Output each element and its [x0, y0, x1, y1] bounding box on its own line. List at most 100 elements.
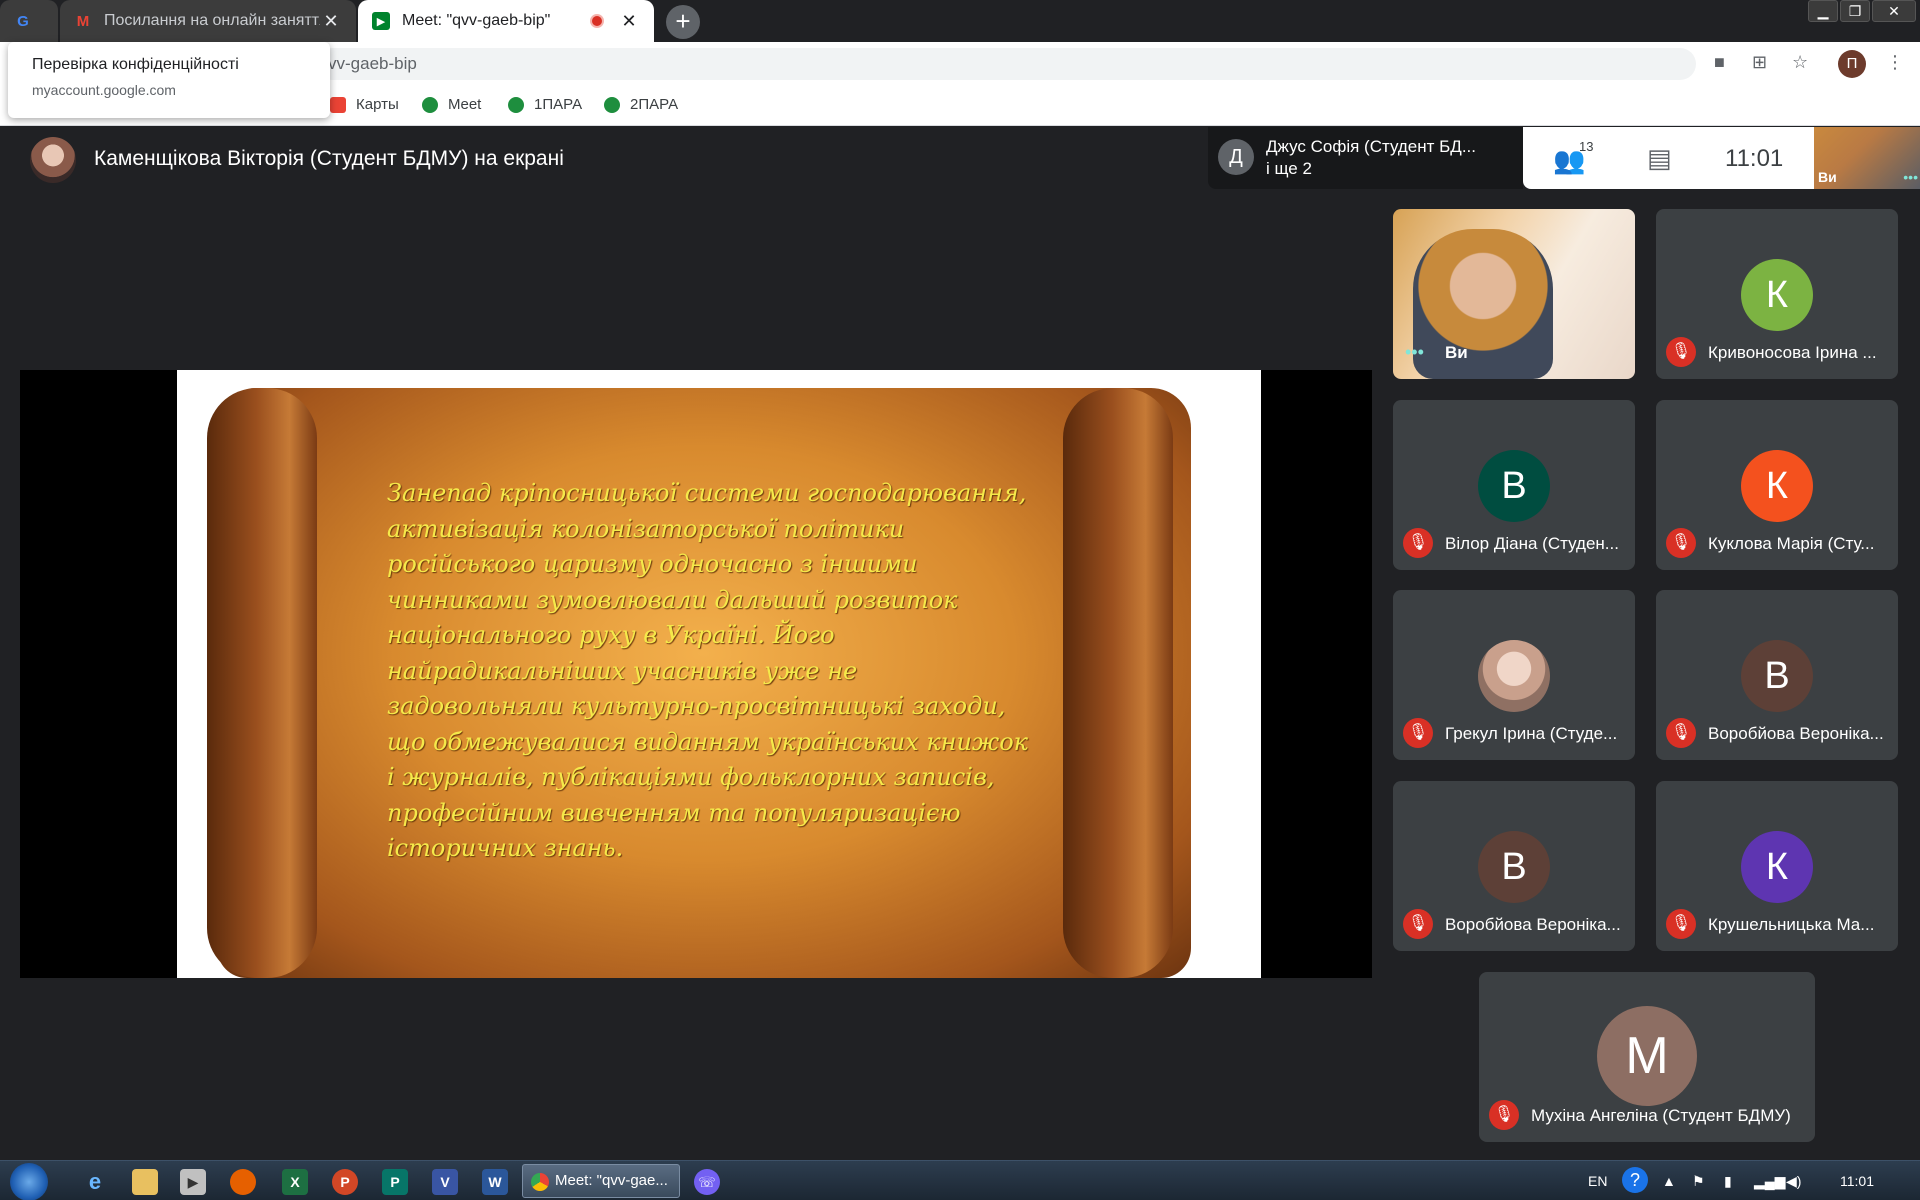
gmail-icon: M [76, 12, 90, 30]
people-count: 13 [1579, 139, 1594, 154]
mic-off-icon: 🎙 [1403, 528, 1433, 558]
recording-icon [590, 14, 604, 28]
browser-tab-strip: G M Посилання на онлайн заняття 1 ✕ ▶ Me… [0, 0, 1920, 42]
word-icon[interactable]: W [482, 1169, 508, 1195]
popup-subtitle: myaccount.google.com [32, 82, 176, 98]
more-options-icon[interactable]: ••• [1903, 169, 1918, 185]
tab-title: Meet: "qvv-gaeb-bip" [402, 12, 551, 29]
meet-icon [508, 96, 524, 113]
participant-tile[interactable]: В 🎙 Воробйова Вероніка... [1393, 781, 1635, 951]
menu-icon[interactable]: ⋮ [1886, 52, 1904, 73]
meet-icon: ▶ [372, 12, 390, 30]
taskbar-clock[interactable]: 11:01 [1840, 1173, 1874, 1189]
media-player-icon[interactable]: ▶ [180, 1169, 206, 1195]
url-text[interactable]: vv-gaeb-bip [328, 54, 417, 74]
new-tab-button[interactable]: + [666, 5, 700, 39]
mic-off-icon: 🎙 [1666, 909, 1696, 939]
participant-avatar: К [1741, 450, 1813, 522]
mic-off-icon: 🎙 [1666, 337, 1696, 367]
participant-avatar: К [1741, 831, 1813, 903]
viber-icon[interactable]: ☏ [694, 1169, 720, 1195]
window-controls: ▁ ❐ ✕ [1808, 0, 1916, 22]
internet-explorer-icon[interactable]: e [82, 1169, 108, 1195]
popup-title: Перевірка конфіденційності [32, 56, 239, 73]
bookmark-1para[interactable]: 1ПАРА [508, 96, 582, 113]
address-bar[interactable] [316, 48, 1696, 80]
speaker-name: Джус Софія (Студент БД... [1266, 137, 1476, 156]
participant-tile[interactable]: В 🎙 Воробйова Вероніка... [1656, 590, 1898, 760]
window-close-button[interactable]: ✕ [1872, 0, 1916, 22]
tab-gmail[interactable]: M Посилання на онлайн заняття 1 ✕ [60, 0, 356, 42]
participant-name: Ви [1445, 343, 1468, 362]
privacy-check-popup[interactable]: Перевірка конфіденційності myaccount.goo… [8, 42, 330, 118]
bookmark-2para[interactable]: 2ПАРА [604, 96, 678, 113]
meet-window: Каменщікова Вікторія (Студент БДМУ) на е… [0, 127, 1920, 1160]
volume-icon[interactable]: ◀) [1786, 1173, 1801, 1190]
meeting-clock: 11:01 [1725, 145, 1784, 172]
network-icon[interactable]: ▂▄▆ [1754, 1173, 1785, 1190]
meeting-info-bar: 👥 13 ▤ 11:01 [1523, 127, 1814, 189]
minimize-button[interactable]: ▁ [1808, 0, 1838, 22]
mic-off-icon: 🎙 [1666, 718, 1696, 748]
slide-text: Занепад кріпосницької системи господарюв… [387, 479, 1028, 862]
presenter-title: Каменщікова Вікторія (Студент БДМУ) на е… [94, 147, 564, 170]
powerpoint-icon[interactable]: P [332, 1169, 358, 1195]
google-g-icon: G [17, 12, 29, 30]
maximize-button[interactable]: ❐ [1840, 0, 1870, 22]
chat-icon[interactable]: ▤ [1647, 143, 1672, 174]
scroll-roll-left [207, 388, 317, 978]
language-indicator[interactable]: EN [1588, 1173, 1607, 1189]
presentation-stage: Занепад кріпосницької системи господарюв… [20, 370, 1372, 978]
bookmark-maps[interactable]: Карты [330, 96, 399, 113]
start-button[interactable] [10, 1163, 48, 1200]
participant-name: Воробйова Вероніка... [1445, 915, 1621, 934]
participant-tile[interactable]: К 🎙 Куклова Марія (Сту... [1656, 400, 1898, 570]
participant-name: Куклова Марія (Сту... [1708, 534, 1875, 553]
participant-name: Воробйова Вероніка... [1708, 724, 1884, 743]
file-explorer-icon[interactable] [132, 1169, 158, 1195]
participant-tile[interactable]: К 🎙 Кривоносова Ірина ... [1656, 209, 1898, 379]
meet-icon [604, 96, 620, 113]
participant-name: Кривоносова Ірина ... [1708, 343, 1877, 362]
participant-name: Вілор Діана (Студен... [1445, 534, 1619, 553]
presentation-slide: Занепад кріпосницької системи господарюв… [177, 370, 1261, 978]
maps-icon [330, 96, 346, 113]
star-icon[interactable]: ☆ [1792, 52, 1808, 73]
visio-icon[interactable]: V [432, 1169, 458, 1195]
participant-tile[interactable]: 🎙 Грекул Ірина (Студе... [1393, 590, 1635, 760]
show-hidden-icons[interactable]: ▲ [1662, 1173, 1676, 1189]
tab-title: Посилання на онлайн заняття 1 [104, 12, 320, 29]
participant-tile[interactable]: ••• Ви [1393, 209, 1635, 379]
excel-icon[interactable]: X [282, 1169, 308, 1195]
camera-icon[interactable]: ■ [1714, 52, 1725, 73]
participant-avatar: В [1478, 831, 1550, 903]
tab-google[interactable]: G [0, 0, 58, 42]
mic-off-icon: 🎙 [1403, 718, 1433, 748]
active-speaker-box: Д Джус Софія (Студент БД... і ще 2 [1208, 127, 1523, 189]
firefox-icon[interactable] [230, 1169, 256, 1195]
participant-tile[interactable]: М 🎙 Мухіна Ангеліна (Студент БДМУ) [1479, 972, 1815, 1142]
participant-name: Крушельницька Ма... [1708, 915, 1875, 934]
mic-off-icon: 🎙 [1666, 528, 1696, 558]
participant-tile[interactable]: В 🎙 Вілор Діана (Студен... [1393, 400, 1635, 570]
help-icon[interactable]: ? [1622, 1167, 1648, 1193]
taskbar-chrome-window[interactable]: Meet: "qvv-gae... [522, 1164, 680, 1198]
profile-avatar[interactable]: П [1838, 50, 1866, 78]
translate-icon[interactable]: ⊞ [1752, 52, 1767, 73]
power-icon[interactable]: ▮ [1724, 1173, 1732, 1190]
publisher-icon[interactable]: P [382, 1169, 408, 1195]
bookmark-meet[interactable]: Meet [422, 96, 481, 113]
self-view-thumbnail[interactable]: Ви ••• [1814, 127, 1920, 189]
meet-icon [422, 96, 438, 113]
participant-tile[interactable]: К 🎙 Крушельницька Ма... [1656, 781, 1898, 951]
close-icon[interactable]: ✕ [320, 11, 342, 32]
close-icon[interactable]: ✕ [618, 11, 640, 32]
tab-meet[interactable]: ▶ Meet: "qvv-gaeb-bip" ✕ [358, 0, 654, 42]
participant-avatar: В [1741, 640, 1813, 712]
action-center-icon[interactable]: ⚑ [1692, 1173, 1705, 1190]
presenter-avatar [30, 137, 76, 183]
more-options-icon[interactable]: ••• [1405, 342, 1424, 363]
participant-name: Мухіна Ангеліна (Студент БДМУ) [1531, 1106, 1791, 1125]
participant-avatar: М [1597, 1006, 1697, 1106]
participant-photo [1478, 640, 1550, 712]
